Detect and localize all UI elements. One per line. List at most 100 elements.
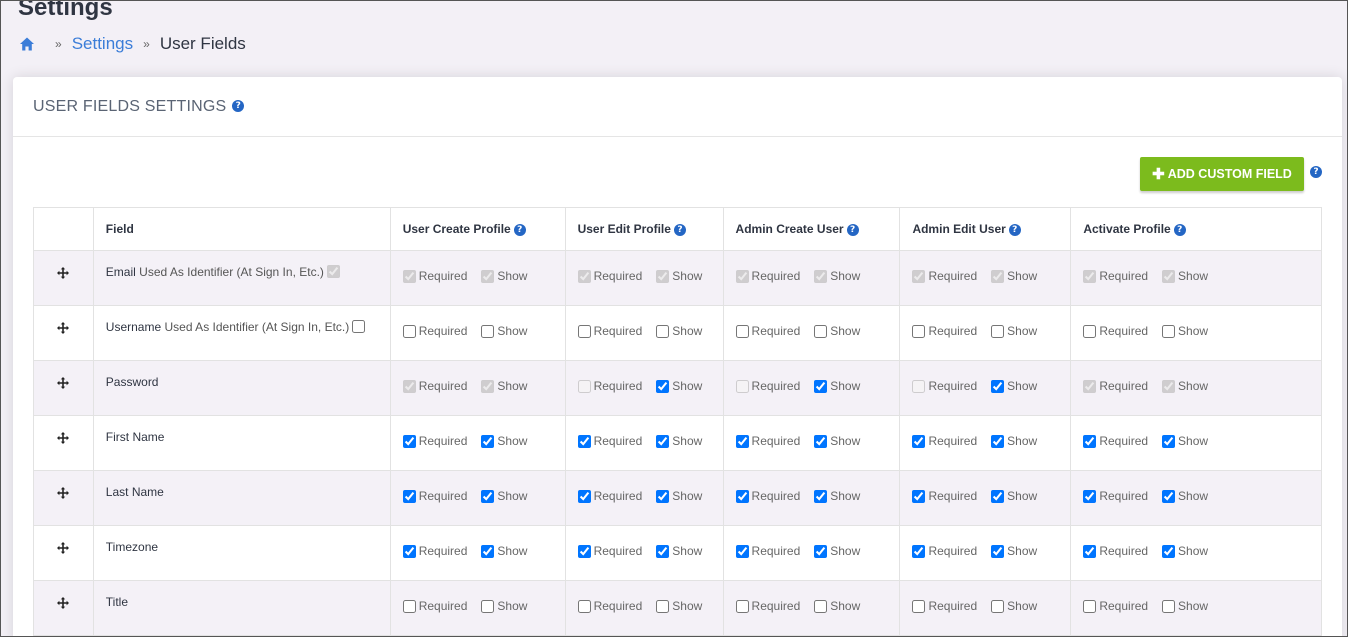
required-checkbox[interactable] [402, 544, 416, 558]
required-option[interactable]: Required [912, 599, 977, 613]
required-checkbox[interactable] [1083, 599, 1097, 613]
required-checkbox[interactable] [1083, 324, 1097, 338]
required-checkbox[interactable] [402, 489, 416, 503]
required-checkbox[interactable] [735, 434, 749, 448]
help-icon[interactable]: ? [673, 223, 686, 236]
required-checkbox[interactable] [402, 434, 416, 448]
help-icon[interactable]: ? [846, 223, 859, 236]
required-option[interactable]: Required [1083, 269, 1148, 283]
show-option[interactable]: Show [991, 599, 1037, 613]
show-checkbox[interactable] [1162, 489, 1176, 503]
show-option[interactable]: Show [656, 324, 702, 338]
required-checkbox[interactable] [402, 324, 416, 338]
required-option[interactable]: Required [735, 489, 800, 503]
show-option[interactable]: Show [991, 324, 1037, 338]
show-option[interactable]: Show [991, 434, 1037, 448]
required-option[interactable]: Required [735, 544, 800, 558]
required-checkbox[interactable] [1083, 544, 1097, 558]
required-option[interactable]: Required [735, 379, 800, 393]
show-option[interactable]: Show [814, 434, 860, 448]
required-checkbox[interactable] [912, 324, 926, 338]
help-icon[interactable]: ? [1173, 223, 1186, 236]
show-option[interactable]: Show [814, 599, 860, 613]
required-option[interactable]: Required [1083, 489, 1148, 503]
show-checkbox[interactable] [481, 599, 495, 613]
show-option[interactable]: Show [1162, 324, 1208, 338]
show-checkbox[interactable] [481, 324, 495, 338]
show-checkbox[interactable] [814, 379, 828, 393]
required-option[interactable]: Required [912, 324, 977, 338]
required-checkbox[interactable] [402, 599, 416, 613]
required-option[interactable]: Required [912, 489, 977, 503]
required-option[interactable]: Required [577, 379, 642, 393]
required-checkbox[interactable] [577, 489, 591, 503]
required-checkbox[interactable] [577, 544, 591, 558]
move-icon[interactable] [57, 267, 70, 279]
show-checkbox[interactable] [814, 434, 828, 448]
help-icon[interactable]: ? [1310, 166, 1322, 178]
show-option[interactable]: Show [991, 379, 1037, 393]
required-option[interactable]: Required [402, 379, 467, 393]
required-checkbox[interactable] [577, 324, 591, 338]
required-checkbox[interactable] [735, 324, 749, 338]
show-option[interactable]: Show [481, 379, 527, 393]
show-checkbox[interactable] [656, 434, 670, 448]
add-custom-field-button[interactable]: ✚ ADD CUSTOM FIELD [1140, 157, 1304, 191]
required-option[interactable]: Required [402, 269, 467, 283]
show-checkbox[interactable] [656, 489, 670, 503]
required-option[interactable]: Required [735, 324, 800, 338]
required-option[interactable]: Required [912, 269, 977, 283]
show-checkbox[interactable] [656, 379, 670, 393]
required-checkbox[interactable] [735, 599, 749, 613]
required-option[interactable]: Required [1083, 379, 1148, 393]
required-option[interactable]: Required [577, 434, 642, 448]
show-option[interactable]: Show [656, 489, 702, 503]
show-option[interactable]: Show [814, 544, 860, 558]
required-checkbox[interactable] [1083, 434, 1097, 448]
required-checkbox[interactable] [912, 489, 926, 503]
show-option[interactable]: Show [656, 434, 702, 448]
required-option[interactable]: Required [735, 599, 800, 613]
required-checkbox[interactable] [735, 544, 749, 558]
show-checkbox[interactable] [1162, 599, 1176, 613]
show-option[interactable]: Show [656, 379, 702, 393]
show-checkbox[interactable] [991, 434, 1005, 448]
required-option[interactable]: Required [1083, 599, 1148, 613]
show-option[interactable]: Show [481, 324, 527, 338]
show-checkbox[interactable] [814, 489, 828, 503]
required-checkbox[interactable] [577, 434, 591, 448]
show-checkbox[interactable] [1162, 434, 1176, 448]
show-option[interactable]: Show [991, 544, 1037, 558]
required-option[interactable]: Required [402, 544, 467, 558]
show-option[interactable]: Show [814, 324, 860, 338]
move-icon[interactable] [57, 487, 70, 499]
show-option[interactable]: Show [481, 434, 527, 448]
show-option[interactable]: Show [656, 544, 702, 558]
required-option[interactable]: Required [912, 379, 977, 393]
show-checkbox[interactable] [481, 544, 495, 558]
required-option[interactable]: Required [1083, 324, 1148, 338]
required-option[interactable]: Required [577, 599, 642, 613]
show-option[interactable]: Show [481, 599, 527, 613]
show-checkbox[interactable] [991, 599, 1005, 613]
show-option[interactable]: Show [1162, 599, 1208, 613]
required-option[interactable]: Required [912, 434, 977, 448]
required-option[interactable]: Required [577, 324, 642, 338]
show-option[interactable]: Show [1162, 489, 1208, 503]
show-option[interactable]: Show [481, 544, 527, 558]
help-icon[interactable]: ? [1008, 223, 1021, 236]
show-option[interactable]: Show [656, 269, 702, 283]
required-option[interactable]: Required [402, 489, 467, 503]
show-checkbox[interactable] [656, 544, 670, 558]
show-checkbox[interactable] [1162, 544, 1176, 558]
show-checkbox[interactable] [991, 544, 1005, 558]
required-option[interactable]: Required [735, 434, 800, 448]
required-option[interactable]: Required [577, 544, 642, 558]
required-checkbox[interactable] [735, 489, 749, 503]
move-icon[interactable] [57, 322, 70, 334]
show-checkbox[interactable] [991, 379, 1005, 393]
show-option[interactable]: Show [814, 489, 860, 503]
show-checkbox[interactable] [1162, 324, 1176, 338]
required-checkbox[interactable] [577, 599, 591, 613]
show-option[interactable]: Show [991, 269, 1037, 283]
